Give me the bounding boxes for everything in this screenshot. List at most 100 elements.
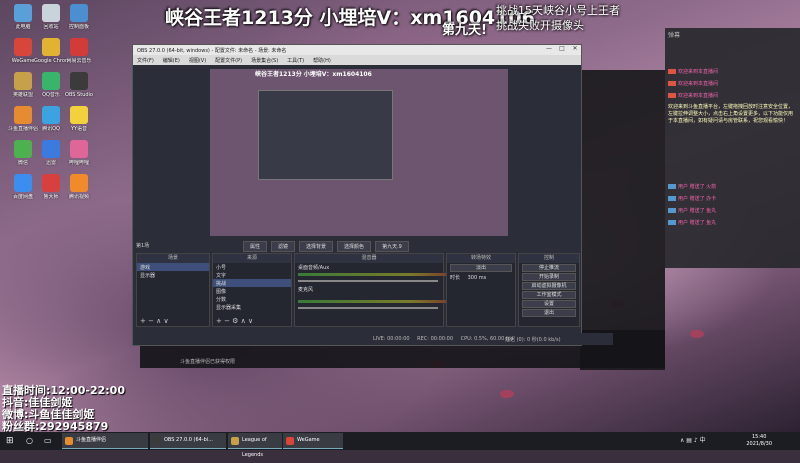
menu-item[interactable]: 文件(F) [137, 57, 154, 64]
duration-value[interactable]: 300 ms [468, 275, 487, 281]
volume-meter [298, 273, 458, 276]
desktop-icon-label: 腾讯视频 [68, 194, 89, 200]
taskbar-app-label: WeGame [297, 437, 320, 443]
toolbar-button[interactable]: 属性 [243, 241, 268, 252]
search-icon[interactable]: ○ [26, 432, 33, 450]
source-item[interactable]: 文字 [213, 271, 291, 279]
control-button[interactable]: 启动虚拟摄像机 [522, 282, 576, 290]
volume-slider[interactable] [298, 307, 438, 309]
app-icon [14, 4, 32, 22]
system-clock[interactable]: 15:40 2021/8/30 [746, 434, 772, 448]
current-scene-label: 第1场 [136, 243, 150, 249]
control-button[interactable]: 停止推流 [522, 264, 576, 272]
app-icon [14, 106, 32, 124]
menu-item[interactable]: 场景集合(S) [251, 57, 278, 64]
sources-panel: 来源 小号 文字 挑战 图像 分数 显示器采集 + − ⚙ ∧ ∨ [212, 253, 292, 327]
scenes-footer-buttons[interactable]: + − ∧ ∨ [140, 317, 169, 325]
windows-start-icon[interactable]: ⊞ [6, 432, 14, 450]
toolbar-button[interactable]: 选择颜色 [337, 241, 372, 252]
minimize-icon[interactable]: — [543, 45, 555, 55]
scene-item[interactable]: 游戏 [137, 263, 209, 271]
preview-title-text: 峡谷王者1213分 小埋培V：xm1604106 [255, 71, 372, 78]
toolbar-button[interactable]: 滤镜 [271, 241, 296, 252]
obs-preview-canvas[interactable]: 峡谷王者1213分 小埋培V：xm1604106 [210, 69, 508, 236]
gift-message: 用户 赠送了 火箭 [668, 183, 716, 190]
taskbar-app[interactable]: League of Legends [228, 433, 282, 458]
app-icon [42, 72, 60, 90]
transitions-header: 转场特效 [447, 254, 515, 263]
obs-window[interactable]: OBS 27.0.0 (64-bit, windows) - 配置文件: 未命名… [132, 44, 613, 346]
taskbar-app-label: League of Legends [242, 437, 267, 458]
sources-footer-buttons[interactable]: + − ⚙ ∧ ∨ [216, 317, 253, 325]
desktop-icon[interactable]: YY语音 [62, 106, 96, 132]
app-icon [70, 4, 88, 22]
audio-mixer-panel: 混音器 桌面音频/Aux 麦克风 [294, 253, 458, 327]
toolbar-button[interactable]: 选择背景 [299, 241, 334, 252]
menu-item[interactable]: 视图(V) [189, 57, 206, 64]
maximize-icon[interactable]: □ [556, 45, 568, 55]
day-counter-overlay: 第九天! [442, 23, 487, 38]
challenge-text-1: 挑战15天峡谷小号上王者 [496, 4, 620, 17]
taskbar-app[interactable]: WeGame [283, 433, 343, 449]
control-button[interactable]: 退出 [522, 309, 576, 317]
desktop-icon-label: 控制面板 [68, 24, 89, 30]
app-icon [153, 437, 161, 445]
app-icon [231, 437, 239, 445]
volume-slider[interactable] [298, 280, 438, 282]
duration-label: 时长 [450, 275, 461, 281]
app-icon [70, 106, 88, 124]
gift-message: 用户 赠送了 办卡 [668, 195, 716, 202]
mixer-header: 混音器 [295, 254, 443, 263]
mixer-track-name: 桌面音频/Aux [298, 265, 330, 271]
client-hint-text: 斗鱼直播伴侣已获得权限 [180, 359, 236, 365]
menu-item[interactable]: 配置文件(P) [215, 57, 242, 64]
taskbar-app[interactable]: 斗鱼直播伴侣 [62, 433, 148, 449]
source-toolbar: 属性 滤镜 选择背景 选择颜色 第九天.9 [243, 241, 409, 252]
toolbar-button[interactable]: 第九天.9 [375, 241, 409, 252]
desktop-icon-label: 哔哩哔哩 [68, 160, 89, 166]
chat-message: 欢迎来到本直播间 [668, 80, 718, 87]
nested-preview [258, 90, 393, 180]
app-icon [42, 4, 60, 22]
app-icon [286, 437, 294, 445]
menu-item[interactable]: 工具(T) [287, 57, 304, 64]
scene-item[interactable]: 显示器 [137, 271, 209, 279]
desktop-icon-label: 网易云音乐 [66, 58, 92, 64]
source-item[interactable]: 显示器采集 [213, 303, 291, 311]
chat-header: 弹幕 [668, 32, 681, 39]
source-item[interactable]: 小号 [213, 263, 291, 271]
desktop-icon[interactable]: 哔哩哔哩 [62, 140, 96, 166]
app-icon [70, 140, 88, 158]
transition-select[interactable]: 淡出 [450, 264, 512, 272]
taskbar-app[interactable]: OBS 27.0.0 (64-bi... [150, 433, 226, 449]
app-icon [70, 174, 88, 192]
menu-item[interactable]: 编辑(E) [163, 57, 180, 64]
control-button[interactable]: 工作室模式 [522, 291, 576, 299]
gift-message: 用户 赠送了 鱼丸 [668, 219, 716, 226]
mixer-track-name: 麦克风 [298, 287, 314, 293]
control-button[interactable]: 开始录制 [522, 273, 576, 281]
obs-title-bar[interactable]: OBS 27.0.0 (64-bit, windows) - 配置文件: 未命名… [133, 45, 581, 55]
app-icon [65, 437, 73, 445]
menu-item[interactable]: 帮助(H) [313, 57, 331, 64]
clock-date: 2021/8/30 [746, 441, 772, 447]
app-icon [70, 38, 88, 56]
tray-icons[interactable]: ∧ ▤ ♪ 中 [680, 432, 706, 450]
source-item[interactable]: 图像 [213, 287, 291, 295]
desktop-icon[interactable]: OBS Studio [62, 72, 96, 98]
app-icon [14, 174, 32, 192]
source-item[interactable]: 分数 [213, 295, 291, 303]
close-icon[interactable]: ✕ [569, 45, 581, 55]
desktop-icon[interactable]: 网易云音乐 [62, 38, 96, 64]
delay-status: 延迟 (0): 0 秒(0.0 kb/s) [505, 337, 561, 343]
app-icon [42, 106, 60, 124]
control-button[interactable]: 设置 [522, 300, 576, 308]
desktop-icon[interactable]: 腾讯视频 [62, 174, 96, 200]
app-icon [42, 38, 60, 56]
chat-message: 欢迎来到本直播间 [668, 68, 718, 75]
source-item[interactable]: 挑战 [213, 279, 291, 287]
desktop-icon[interactable]: 控制面板 [62, 4, 96, 30]
clock-time: 15:40 [751, 434, 767, 440]
app-icon [14, 140, 32, 158]
task-view-icon[interactable]: ▭ [44, 432, 52, 450]
